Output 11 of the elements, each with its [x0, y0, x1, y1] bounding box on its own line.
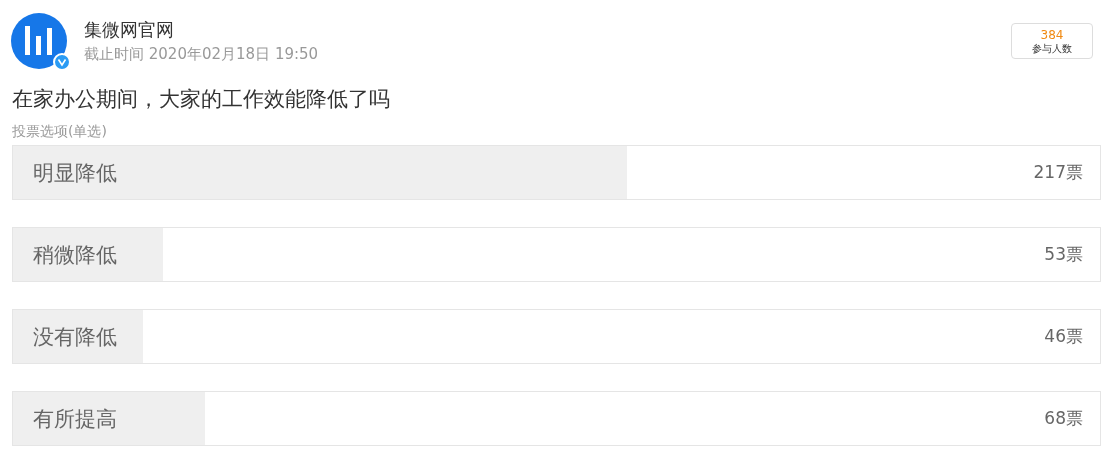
poll-option[interactable]: 有所提高 68票 [12, 391, 1101, 446]
participant-label: 参与人数 [1032, 41, 1072, 55]
participant-count: 384 [1040, 27, 1064, 42]
poll-option[interactable]: 稍微降低 53票 [12, 227, 1101, 282]
logo-avatar-icon [11, 13, 67, 69]
poll-question: 在家办公期间，大家的工作效能降低了吗 [12, 86, 391, 113]
poll-mode-label: 投票选项(单选) [12, 122, 108, 141]
account-name[interactable]: 集微网官网 [84, 19, 319, 41]
deadline-text: 截止时间 2020年02月18日 19:50 [84, 44, 319, 64]
poll-option[interactable]: 没有降低 46票 [12, 309, 1101, 364]
poll-option[interactable]: 明显降低 217票 [12, 145, 1101, 200]
